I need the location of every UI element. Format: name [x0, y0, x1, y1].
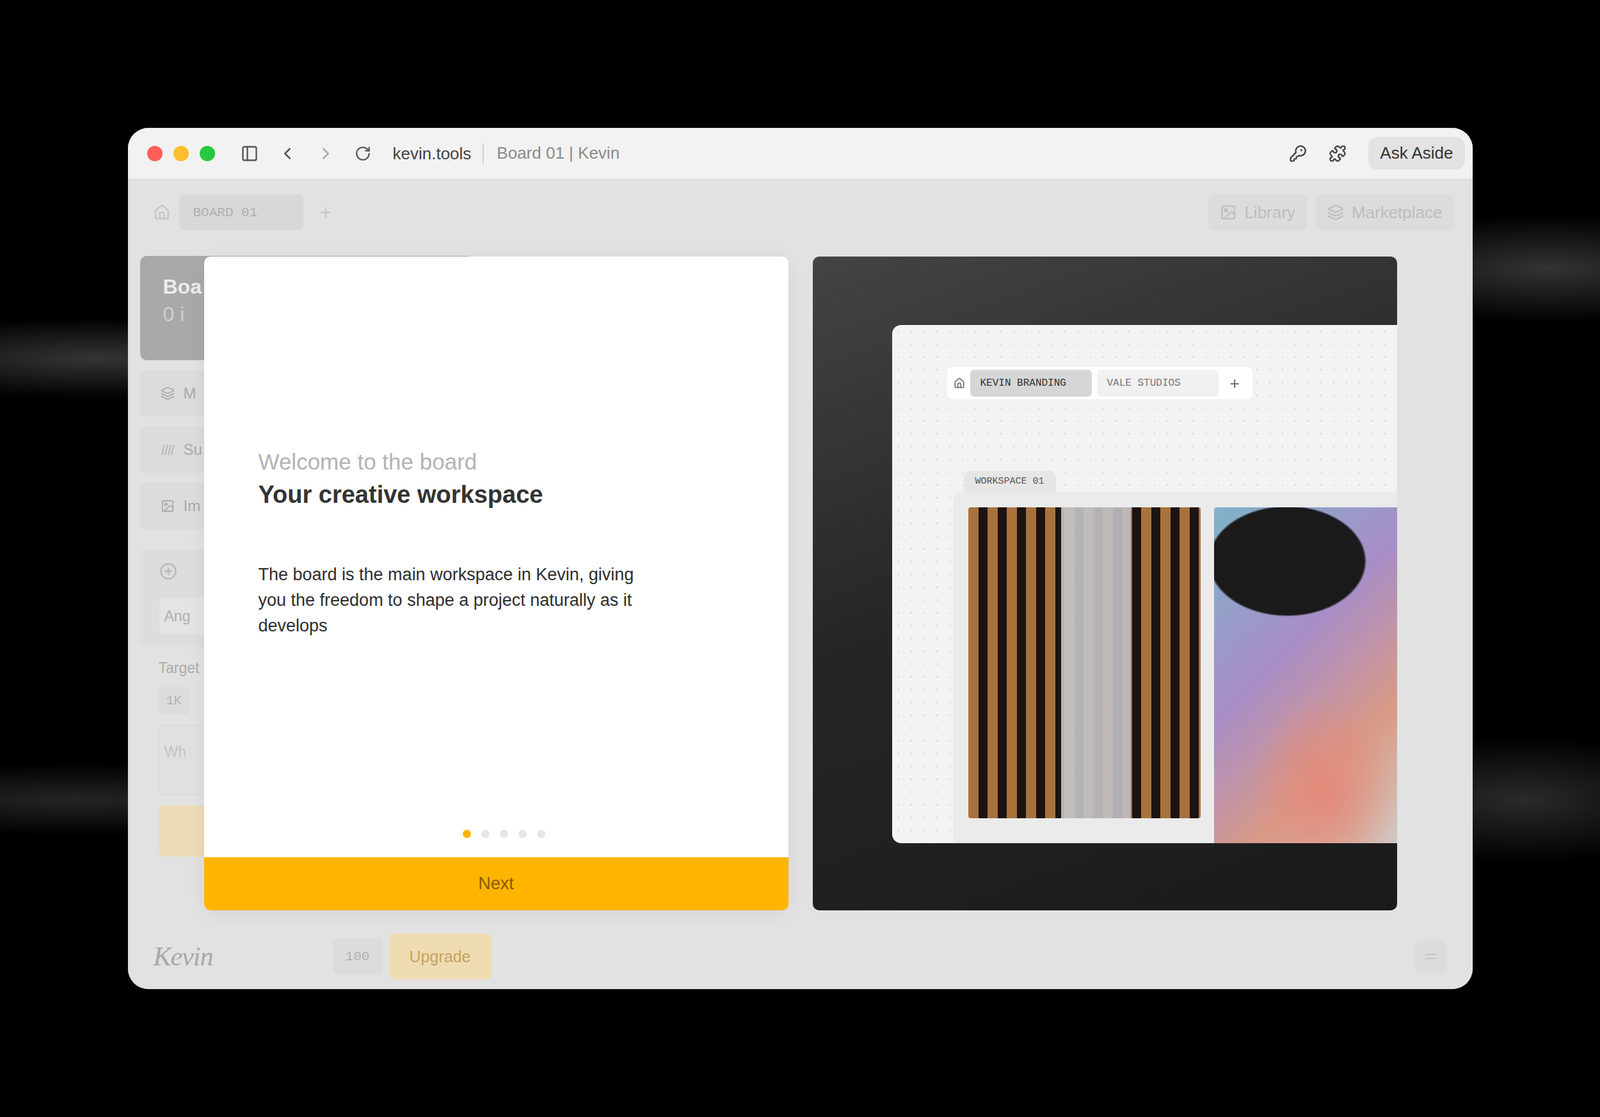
- step-dot[interactable]: [481, 830, 490, 839]
- add-reference-icon[interactable]: [159, 562, 178, 581]
- zoom-button[interactable]: [199, 145, 216, 162]
- window-controls: [147, 145, 216, 162]
- library-icon: [1219, 204, 1237, 221]
- board-tab[interactable]: BOARD 01: [179, 194, 304, 231]
- close-button[interactable]: [147, 145, 163, 162]
- marketplace-link[interactable]: Marketplace: [1315, 194, 1455, 231]
- kevin-logo: Kevin: [153, 941, 327, 973]
- preview-tab: KEVIN BRANDING: [970, 369, 1092, 397]
- library-link[interactable]: Library: [1208, 194, 1307, 231]
- photo: [968, 507, 1201, 819]
- preview-add-tab: +: [1223, 373, 1247, 394]
- add-tab-button[interactable]: +: [320, 200, 333, 225]
- menu-icon: [1422, 948, 1440, 966]
- dialog-card: Welcome to the board Your creative worksp…: [204, 256, 789, 911]
- minimize-button[interactable]: [173, 145, 189, 162]
- onboarding-dialog: Welcome to the board Your creative worksp…: [204, 256, 1398, 911]
- dialog-title: Your creative workspace: [258, 479, 751, 511]
- key-icon[interactable]: [1288, 144, 1307, 163]
- credits-count: 100: [332, 938, 383, 976]
- preview-panel: KEVIN BRANDINGVALE STUDIOS+ WORKSPACE 01: [812, 256, 1398, 911]
- ask-aside-button[interactable]: Ask Aside: [1368, 136, 1465, 170]
- step-dot[interactable]: [499, 830, 509, 839]
- back-icon[interactable]: [277, 144, 297, 164]
- forward-icon[interactable]: [316, 144, 336, 164]
- toolbar-right: Ask Aside: [1288, 136, 1465, 170]
- preview-tab: VALE STUDIOS: [1096, 369, 1219, 397]
- page-content: BOARD 01+LibraryMarketplaceBoa0 iMSuImAn…: [128, 179, 1473, 990]
- title-bar: kevin.tools Board 01 | Kevin Ask Aside: [128, 128, 1473, 180]
- preview-tab-bar: KEVIN BRANDINGVALE STUDIOS+: [947, 367, 1253, 400]
- reload-icon[interactable]: [354, 145, 372, 162]
- app-top-bar: BOARD 01 + LibraryMarketplace: [128, 179, 1473, 231]
- sidebar-toggle-icon[interactable]: [240, 144, 259, 163]
- next-button[interactable]: Next: [204, 857, 789, 911]
- page-title: Board 01 | Kevin: [496, 143, 620, 164]
- preview-home-icon: [953, 377, 966, 390]
- dialog-eyebrow: Welcome to the board: [258, 448, 751, 476]
- layers-icon: [160, 386, 175, 401]
- image-icon: [160, 499, 175, 514]
- menu-button[interactable]: [1415, 940, 1448, 973]
- nav-group: [240, 144, 372, 164]
- step-dot[interactable]: [518, 830, 527, 839]
- marketplace-icon: [1327, 204, 1344, 221]
- step-dot[interactable]: [462, 830, 472, 839]
- photo: [1214, 507, 1398, 844]
- upgrade-button[interactable]: Upgrade: [389, 933, 492, 980]
- browser-window: kevin.tools Board 01 | Kevin Ask Aside BOAR…: [128, 128, 1473, 990]
- workspace-frame: [953, 492, 1398, 844]
- workspace-label: WORKSPACE 01: [963, 471, 1056, 493]
- step-dot[interactable]: [536, 830, 546, 839]
- app-footer: Kevin100Upgrade: [128, 924, 1473, 990]
- dialog-text: The board is the main workspace in Kevin…: [258, 561, 643, 639]
- step-indicator: [258, 830, 751, 839]
- home-icon[interactable]: [153, 204, 171, 221]
- slashes-icon: [160, 442, 175, 457]
- desktop: kevin.tools Board 01 | Kevin Ask Aside BOAR…: [0, 0, 1600, 1117]
- extensions-icon[interactable]: [1328, 144, 1347, 163]
- resolution-chip[interactable]: 1K: [158, 687, 190, 715]
- preview-board: KEVIN BRANDINGVALE STUDIOS+ WORKSPACE 01: [892, 325, 1398, 844]
- dialog-body: Welcome to the board Your creative worksp…: [204, 256, 789, 858]
- url[interactable]: kevin.tools: [392, 143, 485, 164]
